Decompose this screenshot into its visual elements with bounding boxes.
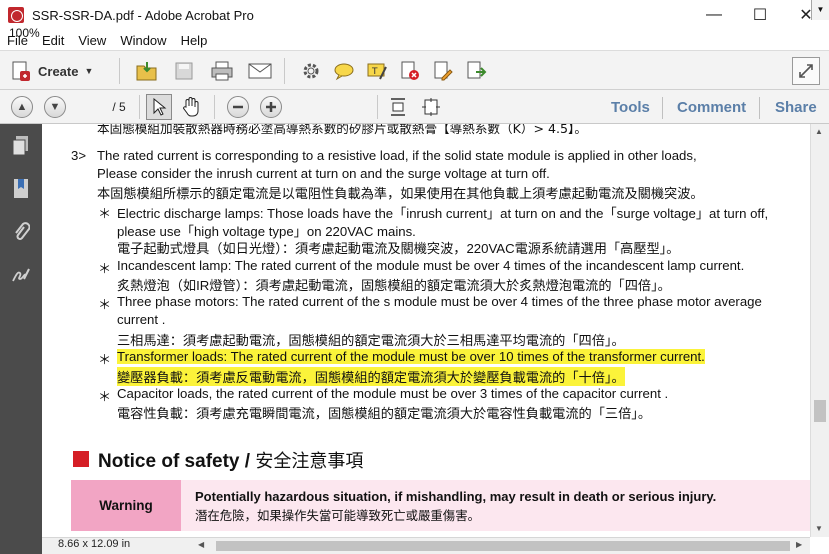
previous-page-icon[interactable]: ▲ (11, 96, 33, 118)
email-icon[interactable] (246, 57, 274, 85)
next-page-icon[interactable]: ▼ (44, 96, 66, 118)
maximize-button[interactable]: ☐ (737, 0, 783, 30)
minimize-button[interactable]: — (691, 0, 737, 30)
scroll-right-icon[interactable]: ▶ (796, 540, 802, 549)
zoom-in-icon[interactable] (260, 96, 282, 118)
bullet-text-chinese: 三相馬達：須考慮起動電流，固態模組的額定電流須大於三相馬達平均電流的「四倍」。 (117, 333, 625, 348)
warning-label: Warning (71, 480, 181, 531)
item3-text-line2: Please consider the inrush current at tu… (97, 166, 550, 181)
create-button[interactable]: Create ▼ (10, 58, 93, 84)
edit-document-icon[interactable] (430, 57, 456, 85)
page-total: / 5 (112, 100, 126, 114)
scroll-left-icon[interactable]: ◀ (198, 540, 204, 549)
highlight-text-icon[interactable]: T (364, 57, 390, 85)
navigation-pane (0, 124, 42, 554)
bullet-text: current . (117, 312, 166, 327)
vertical-scrollbar[interactable]: ▲ ▼ (810, 124, 829, 537)
bullet-mark: ＊ (98, 206, 112, 221)
attachments-icon[interactable] (9, 220, 33, 244)
zoom-out-icon[interactable] (227, 96, 249, 118)
bullet-mark: ＊ (98, 352, 112, 367)
gear-icon[interactable] (298, 57, 324, 85)
chevron-down-icon[interactable]: ▼ (811, 0, 829, 20)
fit-page-icon[interactable] (418, 94, 444, 120)
bullet-text-chinese: 電子起動式燈具（如日光燈）：須考慮起動電流及關機突波，220VAC電源系統請選用… (117, 241, 680, 256)
acrobat-icon (8, 7, 24, 23)
comment-link[interactable]: Comment (677, 99, 746, 116)
menu-view[interactable]: View (71, 33, 113, 48)
horizontal-scroll-thumb[interactable] (216, 541, 790, 551)
hand-tool-icon[interactable] (178, 94, 204, 120)
bullet-text: Electric discharge lamps: Those loads ha… (117, 206, 769, 221)
bookmarks-icon[interactable] (9, 177, 33, 201)
horizontal-scrollbar[interactable]: ◀ ▶ (42, 537, 810, 554)
export-icon[interactable] (463, 57, 489, 85)
notice-heading: Notice of safety / 安全注意事項 (98, 451, 364, 472)
bullet-mark: ＊ (98, 389, 112, 404)
warning-text-chinese: 潛在危險，如果操作失當可能導致死亡或嚴重傷害。 (195, 508, 480, 523)
scroll-up-icon[interactable]: ▲ (815, 127, 823, 136)
scroll-mode-icon[interactable] (385, 94, 411, 120)
bullet-text-chinese: 炙熱燈泡（如IR燈管）：須考慮起動電流，固態模組的額定電流須大於炙熱燈泡電流的「… (117, 278, 671, 293)
signatures-icon[interactable] (9, 263, 33, 287)
vertical-scroll-thumb[interactable] (814, 400, 826, 422)
share-link[interactable]: Share (775, 99, 817, 116)
expand-icon[interactable] (792, 57, 820, 85)
menu-edit[interactable]: Edit (35, 33, 71, 48)
tools-link[interactable]: Tools (611, 99, 650, 116)
menu-bar: File Edit View Window Help (0, 30, 829, 50)
item3-number: 3> (71, 148, 87, 163)
print-icon[interactable] (208, 57, 236, 85)
item3-text-chinese: 本固態模組所標示的額定電流是以電阻性負載為準，如果使用在其他負載上須考慮起動電流… (97, 186, 704, 201)
bullet-text: Incandescent lamp: The rated current of … (117, 258, 745, 273)
item3-text-line1: The rated current is corresponding to a … (97, 148, 697, 163)
chevron-down-icon: ▼ (84, 66, 94, 76)
save-icon[interactable] (170, 57, 198, 85)
page-thumbnails-icon[interactable] (9, 134, 33, 158)
warning-text: Potentially hazardous situation, if mish… (195, 489, 717, 504)
bullet-mark: ＊ (98, 261, 112, 276)
scroll-down-icon[interactable]: ▼ (815, 524, 823, 533)
open-icon[interactable] (133, 57, 161, 85)
page-size-status: 8.66 x 12.09 in (58, 538, 131, 550)
bullet-text: Capacitor loads, the rated current of th… (117, 386, 669, 401)
highlighted-bullet-text: Transformer loads: The rated current of … (117, 349, 705, 364)
bullet-text-chinese: 電容性負載：須考慮充電瞬間電流，固態模組的額定電流須大於電容性負載電流的「三倍」… (117, 406, 652, 421)
svg-text:T: T (371, 67, 378, 77)
bullet-text: Three phase motors: The rated current of… (117, 294, 762, 309)
menu-help[interactable]: Help (174, 33, 215, 48)
create-pdf-icon (12, 61, 30, 81)
delete-page-icon[interactable] (397, 57, 423, 85)
bullet-mark: ＊ (98, 297, 112, 312)
menu-window[interactable]: Window (113, 33, 173, 48)
notice-square-icon (73, 451, 89, 467)
select-cursor-icon[interactable] (146, 94, 172, 120)
zoom-value: 100% (9, 26, 40, 40)
comment-bubble-icon[interactable] (331, 57, 357, 85)
main-toolbar: Create ▼ T (0, 50, 829, 90)
window-title: SSR-SSR-DA.pdf - Adobe Acrobat Pro (32, 7, 254, 23)
create-label: Create (38, 63, 79, 79)
highlighted-bullet-text-chinese: 變壓器負載：須考慮反電動電流，固態模組的額定電流須大於變壓負載電流的「十倍」。 (117, 367, 625, 386)
